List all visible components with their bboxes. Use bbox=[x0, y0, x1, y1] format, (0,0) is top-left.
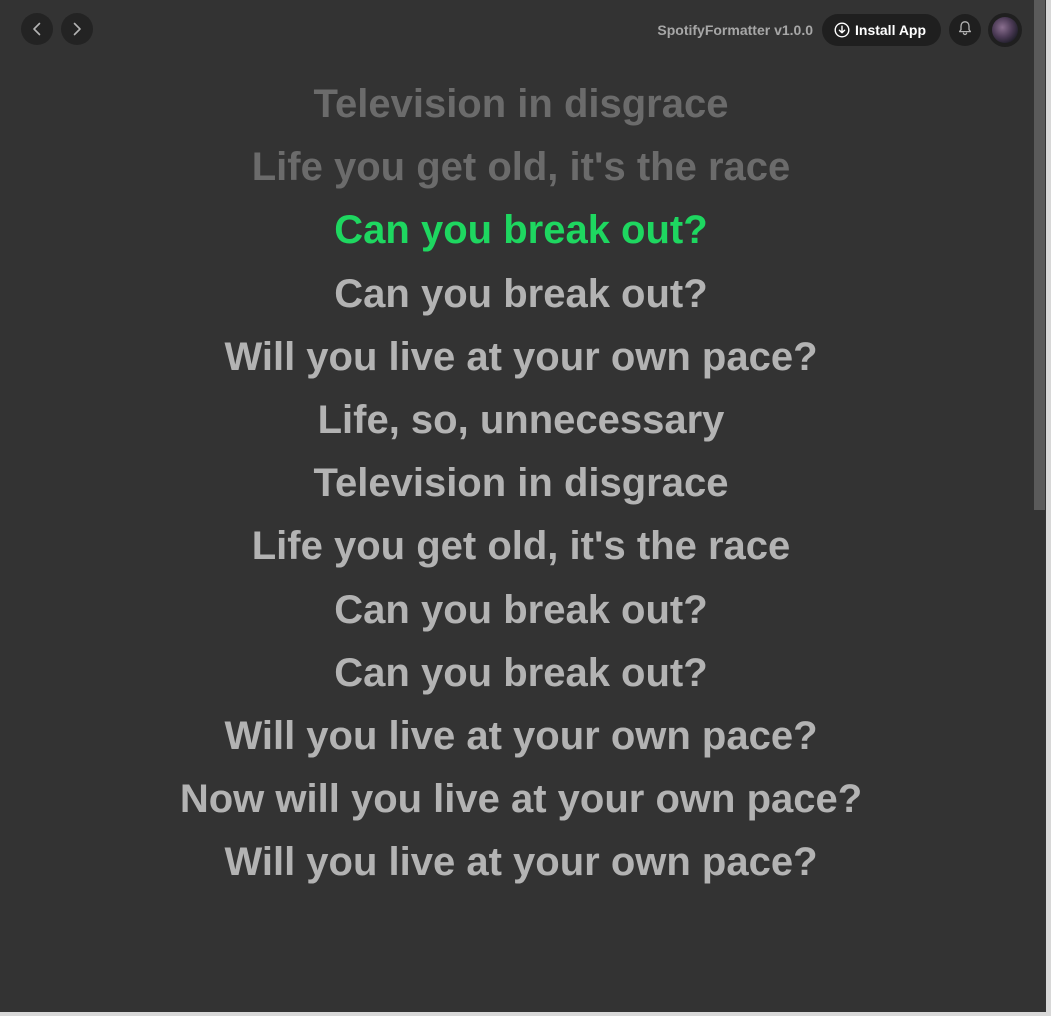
lyric-line[interactable]: Television in disgrace bbox=[0, 452, 1042, 515]
lyric-line[interactable]: Life you get old, it's the race bbox=[0, 136, 1042, 199]
chevron-right-icon bbox=[69, 21, 85, 37]
lyric-line[interactable]: Now will you live at your own pace? bbox=[0, 768, 1042, 831]
chevron-left-icon bbox=[29, 21, 45, 37]
install-app-button[interactable]: Install App bbox=[822, 14, 941, 46]
top-bar: SpotifyFormatter v1.0.0 Install App bbox=[0, 0, 1033, 60]
window-frame-bottom bbox=[0, 1012, 1051, 1016]
forward-button[interactable] bbox=[61, 13, 93, 45]
user-avatar bbox=[992, 17, 1018, 43]
bell-icon bbox=[957, 20, 973, 41]
scrollbar[interactable] bbox=[1033, 0, 1046, 1012]
lyric-line[interactable]: Will you live at your own pace? bbox=[0, 831, 1042, 894]
lyric-line[interactable]: Can you break out? bbox=[0, 642, 1042, 705]
lyric-line[interactable]: Will you live at your own pace? bbox=[0, 326, 1042, 389]
install-app-label: Install App bbox=[855, 22, 927, 38]
notifications-button[interactable] bbox=[949, 14, 981, 46]
lyrics-list: Television in disgrace Life you get old, … bbox=[0, 73, 1042, 894]
profile-button[interactable] bbox=[988, 13, 1022, 47]
lyrics-window: SpotifyFormatter v1.0.0 Install App Tele bbox=[0, 0, 1046, 1012]
lyric-line[interactable]: Life you get old, it's the race bbox=[0, 515, 1042, 578]
lyric-line-active[interactable]: Can you break out? bbox=[0, 199, 1042, 262]
lyric-line[interactable]: Can you break out? bbox=[0, 263, 1042, 326]
download-circle-icon bbox=[834, 22, 850, 38]
lyric-line[interactable]: Life, so, unnecessary bbox=[0, 389, 1042, 452]
app-name-version: SpotifyFormatter v1.0.0 bbox=[657, 22, 813, 38]
lyric-line[interactable]: Will you live at your own pace? bbox=[0, 705, 1042, 768]
window-frame-right bbox=[1046, 0, 1051, 1016]
back-button[interactable] bbox=[21, 13, 53, 45]
lyric-line[interactable]: Television in disgrace bbox=[0, 73, 1042, 136]
scrollbar-thumb[interactable] bbox=[1034, 0, 1045, 510]
lyric-line[interactable]: Can you break out? bbox=[0, 579, 1042, 642]
